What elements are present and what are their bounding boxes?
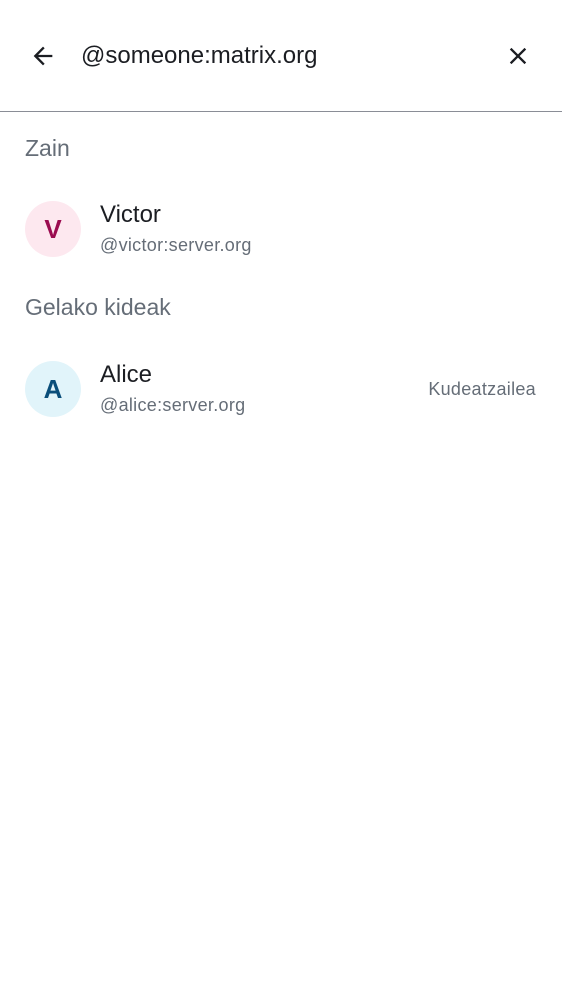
search-input[interactable] <box>81 36 481 76</box>
close-icon <box>509 47 527 65</box>
arrow-left-icon <box>33 46 53 66</box>
member-user-id: @victor:server.org <box>100 235 252 255</box>
section-header-pending: Zain <box>25 135 70 161</box>
back-button[interactable] <box>19 32 67 80</box>
avatar: V <box>25 201 81 257</box>
member-search-screen: Zain V Victor @victor:server.org Gelako … <box>0 0 562 1000</box>
member-name: Alice <box>100 361 153 388</box>
clear-search-button[interactable] <box>494 32 542 80</box>
search-bar <box>0 0 562 112</box>
member-row[interactable]: V Victor @victor:server.org <box>0 189 562 269</box>
member-row[interactable]: A Alice @alice:server.org Kudeatzailea <box>0 349 562 429</box>
section-header-room-members: Gelako kideak <box>25 294 171 320</box>
avatar: A <box>25 361 81 417</box>
member-user-id: @alice:server.org <box>100 395 246 415</box>
member-role: Kudeatzailea <box>428 379 536 399</box>
member-name: Victor <box>100 201 161 228</box>
